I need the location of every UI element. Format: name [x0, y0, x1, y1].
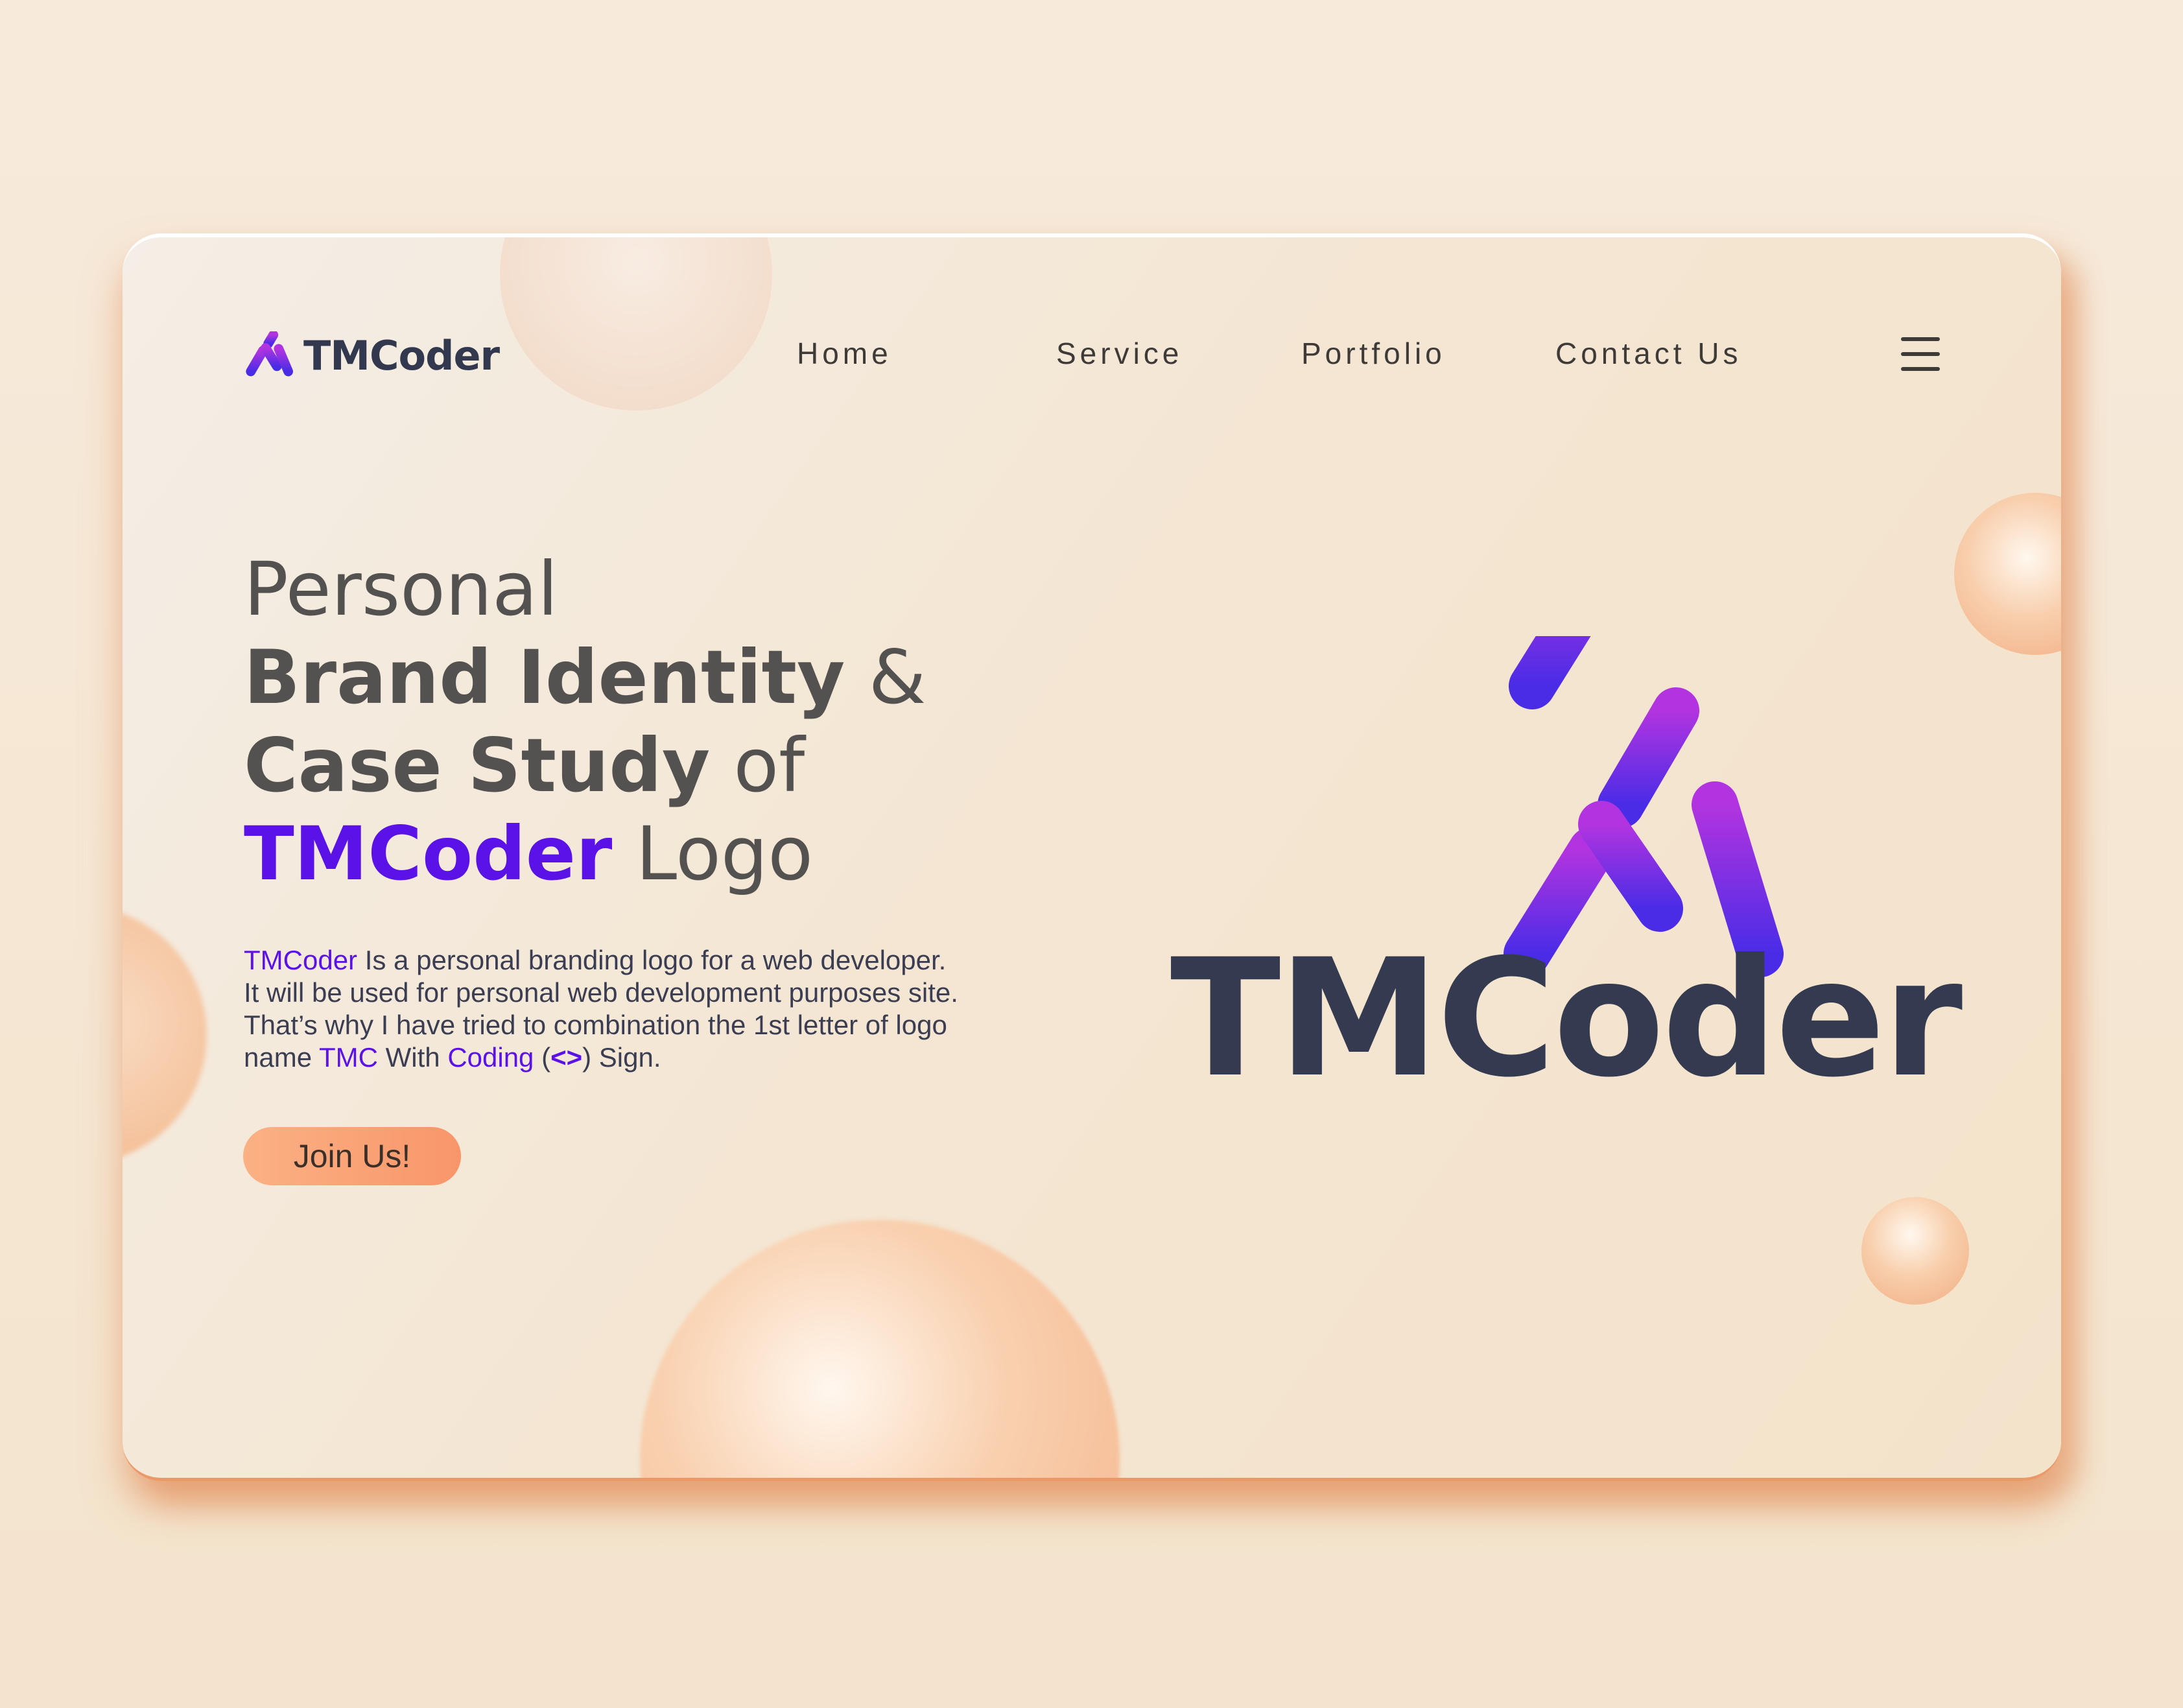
decorative-sphere: [500, 237, 772, 410]
headline-line-1: Personal: [244, 546, 558, 632]
logo-wordmark: TMCoder: [1170, 924, 1963, 1113]
desc-line-2: It will be used for personal web develop…: [244, 977, 958, 1008]
headline-line-2: Brand Identity &: [244, 634, 926, 720]
hamburger-menu-icon[interactable]: [1901, 337, 1940, 371]
headline-line-4: TMCoder Logo: [244, 811, 813, 897]
decorative-sphere: [1861, 1197, 1969, 1305]
nav-portfolio[interactable]: Portfolio: [1301, 336, 1446, 371]
join-us-button[interactable]: Join Us!: [243, 1127, 461, 1185]
decorative-sphere: [1954, 493, 2061, 655]
hero-description: TMCoder Is a personal branding logo for …: [244, 944, 958, 1074]
tmcoder-logo-icon: [246, 331, 293, 377]
decorative-sphere: [640, 1220, 1120, 1478]
desc-line-4: name TMC With Coding (<>) Sign.: [244, 1042, 661, 1073]
hero-headline: Personal Brand Identity & Case Study of …: [244, 545, 926, 898]
desc-line-3: That’s why I have tried to combination t…: [244, 1010, 947, 1040]
desc-line-1: TMCoder Is a personal branding logo for …: [244, 945, 947, 975]
brand-logo[interactable]: TMCoder: [242, 331, 500, 379]
nav-home[interactable]: Home: [797, 336, 892, 371]
landing-card: TMCoder Home Service Portfolio Contact U…: [123, 233, 2061, 1481]
nav-contact-us[interactable]: Contact Us: [1555, 336, 1742, 371]
headline-line-3: Case Study of: [244, 722, 805, 809]
decorative-sphere: [123, 905, 207, 1165]
nav-service[interactable]: Service: [1056, 336, 1183, 371]
brand-name: TMCoder: [303, 331, 500, 379]
